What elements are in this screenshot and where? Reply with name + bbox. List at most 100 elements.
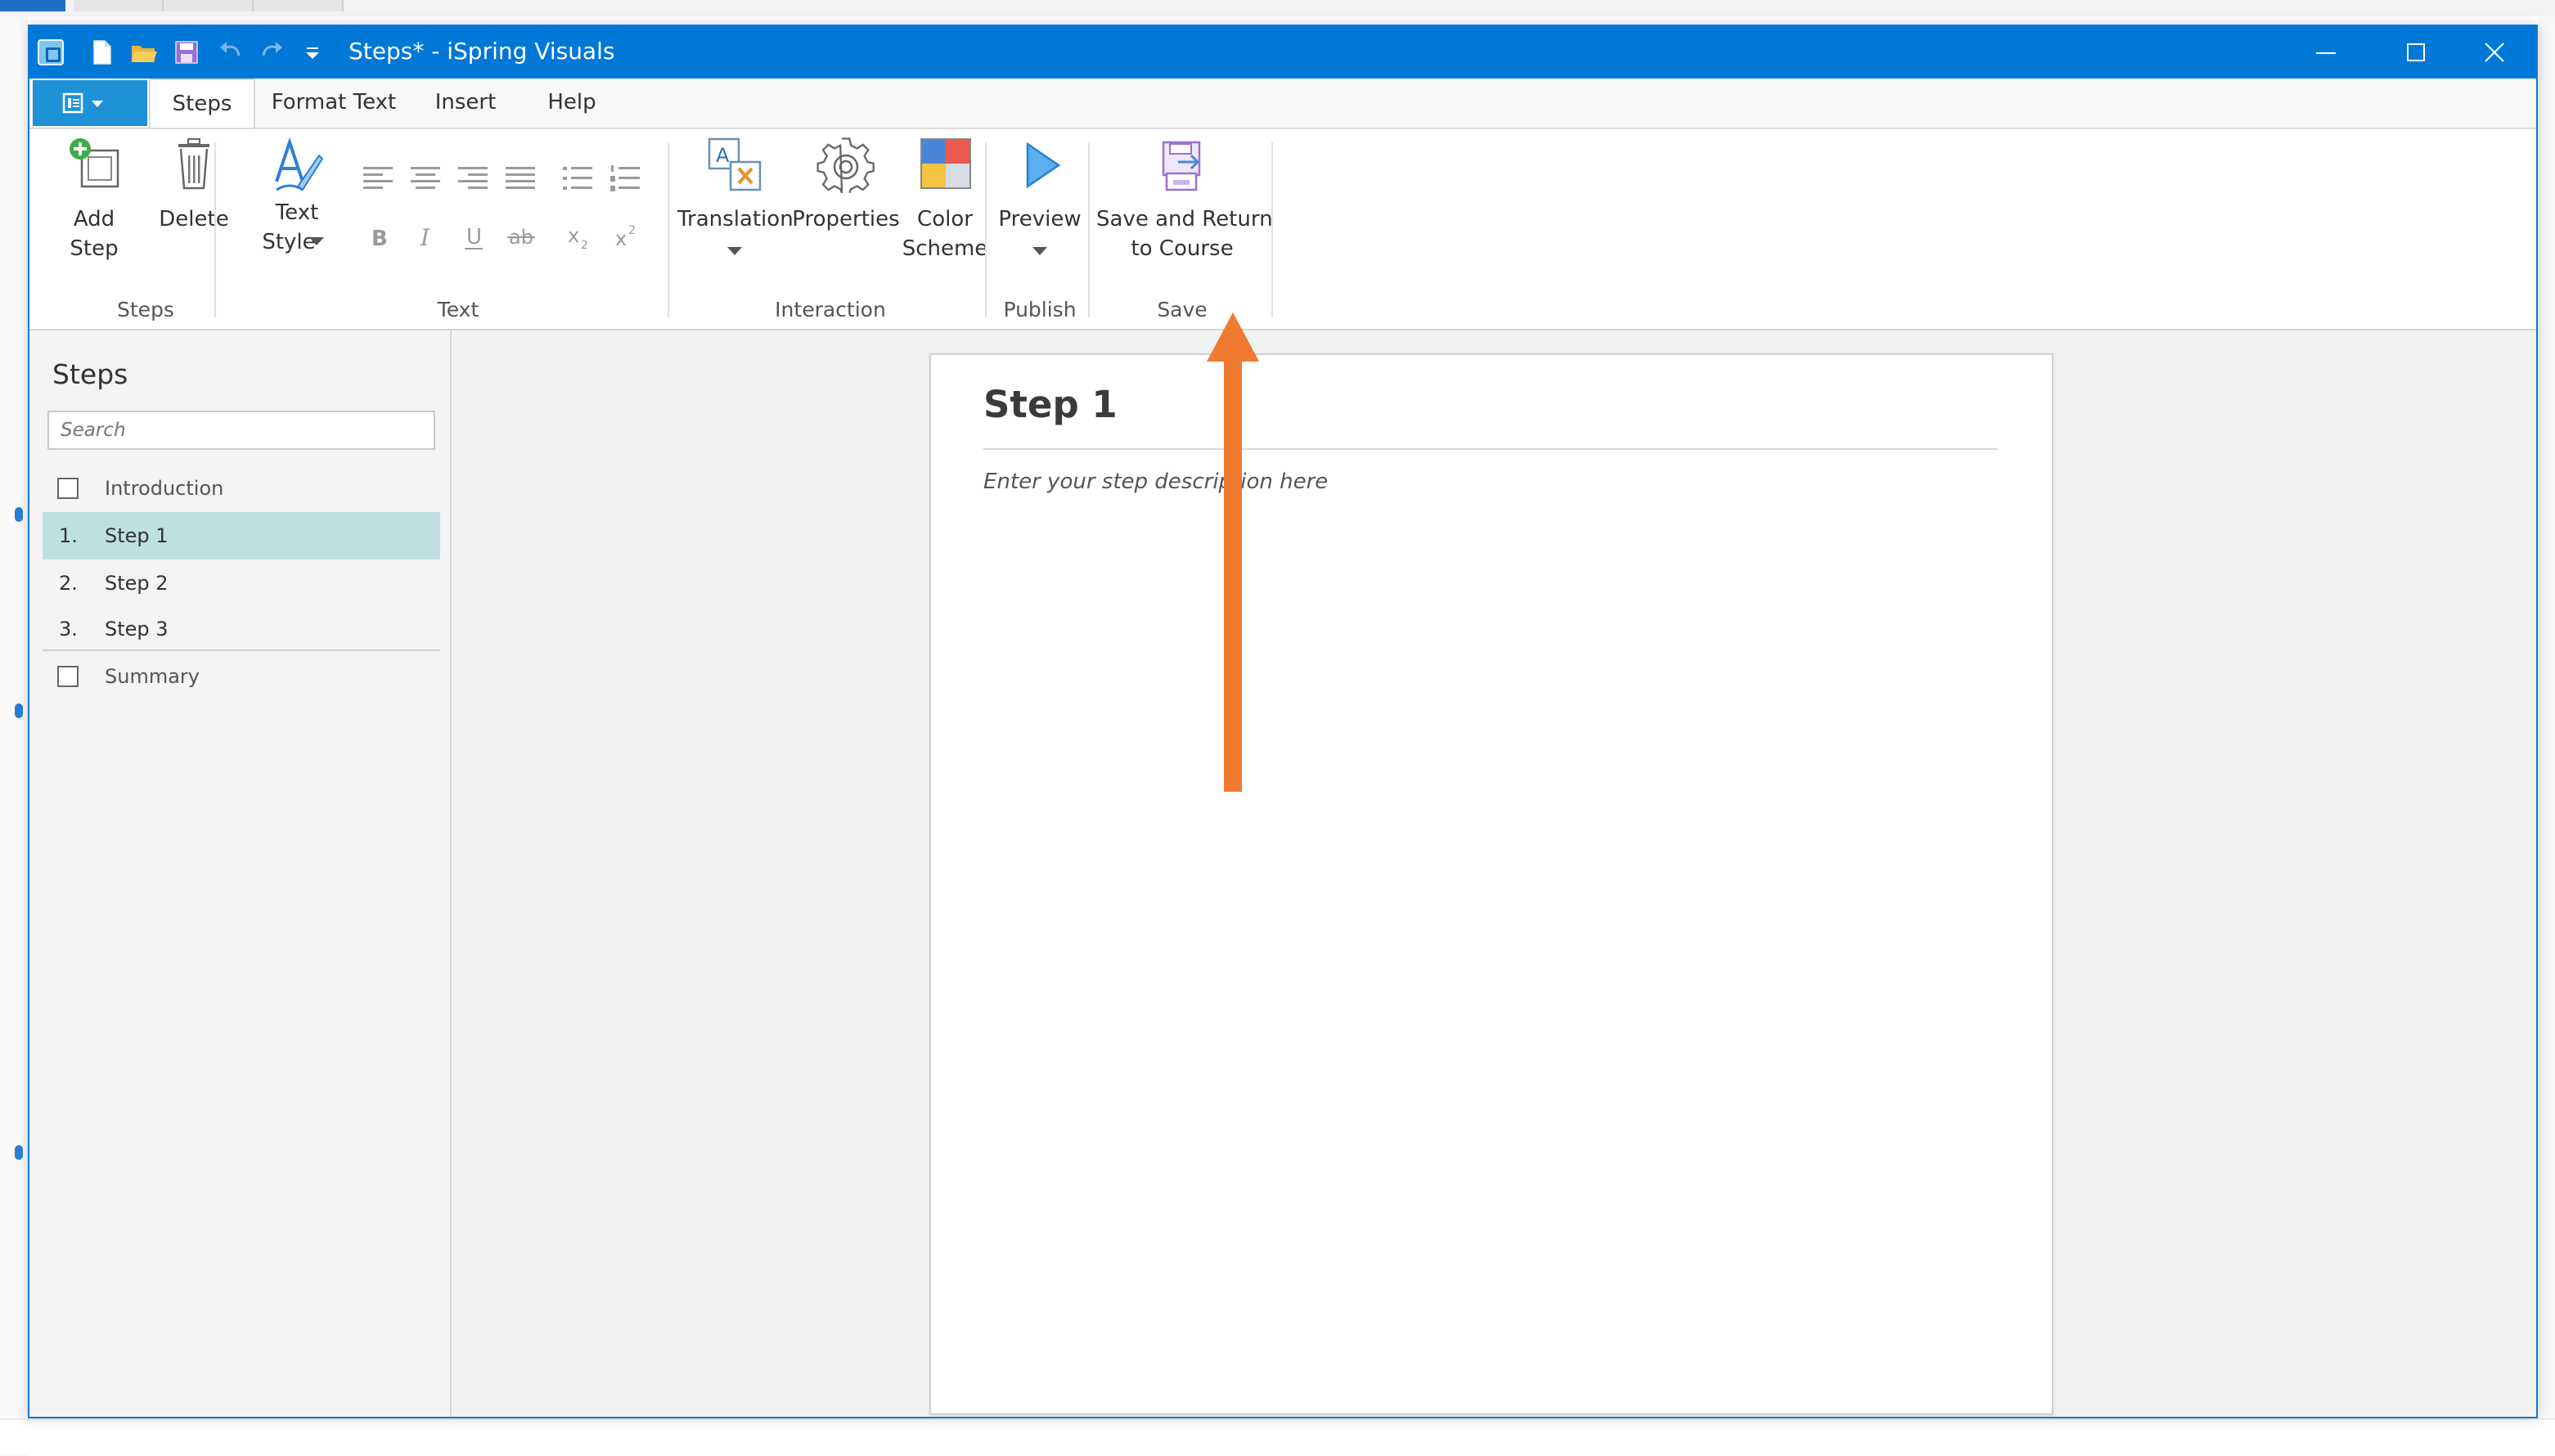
list-item-introduction[interactable]: Introduction [43, 465, 440, 512]
minimize-button[interactable] [2281, 26, 2371, 79]
translation-label: Translation [677, 207, 794, 231]
step-heading[interactable]: Step 1 [983, 383, 1118, 426]
tab-insert[interactable]: Insert [421, 79, 511, 128]
editor-canvas: Step 1 Enter your step description here [453, 330, 2536, 1417]
new-file-icon[interactable] [87, 38, 116, 67]
delete-icon [178, 138, 209, 190]
ispring-visuals-window: Steps* - iSpring Visuals Steps Format Te… [28, 25, 2538, 1418]
title-bar: Steps* - iSpring Visuals [29, 26, 2536, 79]
preview-play-icon [1026, 142, 1061, 189]
strikethrough-icon[interactable]: ab [504, 219, 540, 255]
list-item-label: Introduction [105, 477, 224, 500]
align-left-icon[interactable] [360, 160, 396, 196]
add-step-button[interactable]: Add Step [49, 134, 139, 298]
close-button[interactable] [2449, 26, 2536, 79]
save-return-icon [1162, 141, 1201, 191]
open-folder-icon[interactable] [129, 38, 159, 67]
group-label-interaction: Interaction [775, 298, 886, 321]
save-return-label-line2: to Course [1131, 236, 1234, 261]
list-item-step-3[interactable]: 3. Step 3 [43, 605, 440, 653]
subscript-icon[interactable]: x2 [561, 219, 597, 255]
save-and-return-button[interactable]: Save and Return to Course [1096, 134, 1273, 298]
app-icon[interactable] [38, 39, 64, 65]
customize-dropdown-icon[interactable] [298, 38, 327, 67]
steps-panel: Steps Introduction 1. Step 1 2. Step 2 3… [29, 330, 452, 1417]
background-app-right-edge [2538, 16, 2555, 1431]
save-icon[interactable] [172, 38, 201, 67]
summary-checkbox[interactable] [57, 666, 79, 687]
undo-icon[interactable] [216, 38, 245, 67]
background-file-tab [0, 0, 65, 11]
group-label-publish: Publish [1003, 298, 1077, 321]
annotation-arrow-up-icon [1207, 312, 1259, 792]
list-item-step-2[interactable]: 2. Step 2 [43, 559, 440, 607]
list-item-step-1[interactable]: 1. Step 1 [43, 512, 440, 559]
tab-steps[interactable]: Steps [149, 79, 255, 129]
background-blue-marker [15, 507, 23, 522]
preview-dropdown-icon [1032, 247, 1047, 255]
step-number: 2. [59, 572, 78, 595]
translation-button[interactable]: A Translation [677, 134, 794, 298]
svg-text:x: x [568, 224, 579, 247]
bullet-list-icon[interactable] [560, 160, 596, 196]
group-separator [985, 142, 987, 317]
properties-gear-icon [816, 137, 875, 194]
heading-divider [983, 448, 1998, 450]
svg-text:A: A [716, 144, 730, 167]
group-label-text: Text [437, 298, 479, 321]
text-style-dropdown-icon [309, 237, 324, 245]
svg-text:2: 2 [628, 224, 636, 237]
list-item-label: Step 1 [105, 524, 169, 547]
svg-text:I: I [420, 224, 430, 251]
background-tab [254, 0, 344, 11]
delete-button[interactable]: Delete [144, 134, 244, 298]
steps-panel-title: Steps [52, 358, 128, 390]
preview-button[interactable]: Preview [992, 134, 1088, 298]
introduction-checkbox[interactable] [57, 478, 79, 499]
search-input[interactable] [47, 411, 435, 450]
delete-label: Delete [159, 207, 229, 231]
superscript-icon[interactable]: x2 [609, 219, 645, 255]
add-step-icon [70, 138, 119, 188]
numbered-list-icon[interactable] [607, 160, 643, 196]
group-separator [668, 142, 669, 317]
tab-format-text[interactable]: Format Text [268, 79, 399, 128]
list-item-summary[interactable]: Summary [43, 653, 440, 700]
color-scheme-label-line1: Color [917, 207, 973, 231]
justify-icon[interactable] [502, 160, 538, 196]
app-menu-button[interactable] [33, 80, 147, 126]
step-number: 3. [59, 618, 78, 640]
underline-icon[interactable]: U [457, 219, 493, 255]
svg-text:2: 2 [581, 239, 588, 252]
list-item-label: Step 2 [105, 572, 169, 595]
close-icon [2485, 43, 2504, 62]
step-page: Step 1 Enter your step description here [929, 353, 2053, 1415]
maximize-button[interactable] [2371, 26, 2461, 79]
color-scheme-icon [920, 138, 971, 189]
align-right-icon[interactable] [455, 160, 491, 196]
background-app-bottom [0, 1418, 2555, 1454]
background-app-left-edge [0, 16, 28, 1456]
properties-button[interactable]: Properties [792, 134, 900, 298]
color-scheme-button[interactable]: Color Scheme [900, 134, 990, 298]
text-style-button[interactable]: Text Style [252, 133, 342, 296]
svg-text:U: U [466, 225, 482, 249]
step-description[interactable]: Enter your step description here [983, 470, 1328, 494]
align-center-icon[interactable] [407, 160, 443, 196]
save-return-label-line1: Save and Return [1096, 207, 1273, 231]
list-item-label: Step 3 [105, 618, 169, 640]
tab-help[interactable]: Help [527, 79, 617, 128]
text-style-label-line2: Style [262, 230, 316, 254]
list-divider [43, 649, 440, 651]
translation-icon: A [708, 137, 762, 191]
svg-text:x: x [615, 227, 627, 250]
color-scheme-label-line2: Scheme [902, 236, 988, 261]
svg-text:B: B [371, 227, 388, 251]
redo-icon[interactable] [257, 38, 286, 67]
background-tab [164, 0, 254, 11]
window-title: Steps* - iSpring Visuals [349, 38, 615, 65]
ribbon: Add Step Delete Steps Text Style B I U a… [29, 128, 2536, 330]
text-style-label-line1: Text [275, 200, 319, 225]
bold-icon[interactable]: B [362, 219, 398, 255]
italic-icon[interactable]: I [409, 219, 445, 255]
